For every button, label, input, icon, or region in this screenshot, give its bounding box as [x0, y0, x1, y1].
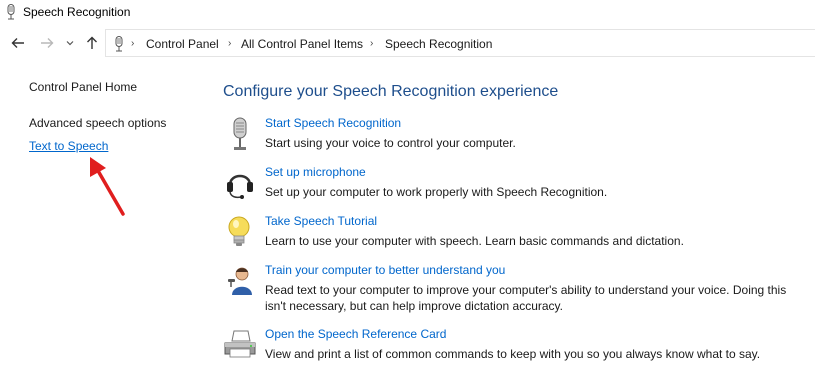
microphone-icon	[115, 36, 123, 52]
breadcrumb-speech-recognition[interactable]: Speech Recognition	[385, 37, 492, 51]
window-title: Speech Recognition	[23, 5, 131, 19]
address-bar[interactable]: › Control Panel › All Control Panel Item…	[105, 29, 815, 57]
task-set-up-microphone: Set up microphone Set up your computer t…	[222, 165, 812, 201]
take-speech-tutorial-link[interactable]: Take Speech Tutorial	[265, 214, 377, 228]
start-speech-recognition-link[interactable]: Start Speech Recognition	[265, 116, 401, 130]
title-bar: Speech Recognition	[0, 0, 815, 24]
forward-button[interactable]	[40, 36, 54, 50]
headset-icon	[227, 174, 253, 199]
train-computer-link[interactable]: Train your computer to better understand…	[265, 263, 505, 277]
chevron-right-icon[interactable]: ›	[370, 38, 373, 49]
user-train-icon	[228, 267, 252, 295]
chevron-right-icon[interactable]: ›	[131, 38, 134, 49]
advanced-speech-options-link[interactable]: Advanced speech options	[29, 116, 166, 130]
arrow-up-icon	[87, 36, 97, 49]
open-reference-card-link[interactable]: Open the Speech Reference Card	[265, 327, 446, 341]
up-button[interactable]	[85, 36, 99, 50]
task-take-speech-tutorial: Take Speech Tutorial Learn to use your c…	[222, 214, 812, 250]
task-description: Read text to your computer to improve yo…	[265, 283, 787, 313]
task-train-computer: Train your computer to better understand…	[222, 263, 812, 321]
annotation-arrow	[90, 157, 125, 216]
page-title: Configure your Speech Recognition experi…	[223, 83, 559, 100]
recent-locations-button[interactable]	[65, 36, 75, 50]
arrow-left-icon	[11, 38, 24, 48]
left-pane	[0, 58, 200, 389]
back-button[interactable]	[11, 36, 25, 50]
printer-icon	[224, 330, 256, 358]
chevron-down-icon	[66, 41, 74, 46]
task-open-reference-card: Open the Speech Reference Card View and …	[222, 327, 812, 363]
microphone-icon	[7, 4, 15, 20]
task-description: View and print a list of common commands…	[265, 347, 761, 361]
breadcrumb-control-panel[interactable]: Control Panel	[146, 37, 219, 51]
task-description: Start using your voice to control your c…	[265, 136, 516, 150]
task-start-speech-recognition: Start Speech Recognition Start using you…	[222, 116, 812, 152]
arrow-right-icon	[41, 38, 54, 48]
microphone-icon	[233, 117, 247, 150]
breadcrumb-all-items[interactable]: All Control Panel Items	[241, 37, 363, 51]
control-panel-home-link[interactable]: Control Panel Home	[29, 80, 137, 94]
chevron-right-icon[interactable]: ›	[228, 38, 231, 49]
set-up-microphone-link[interactable]: Set up microphone	[265, 165, 366, 179]
task-description: Set up your computer to work properly wi…	[265, 185, 608, 199]
task-description: Learn to use your computer with speech. …	[265, 234, 684, 248]
lightbulb-icon	[228, 216, 250, 246]
text-to-speech-link[interactable]: Text to Speech	[29, 139, 108, 153]
